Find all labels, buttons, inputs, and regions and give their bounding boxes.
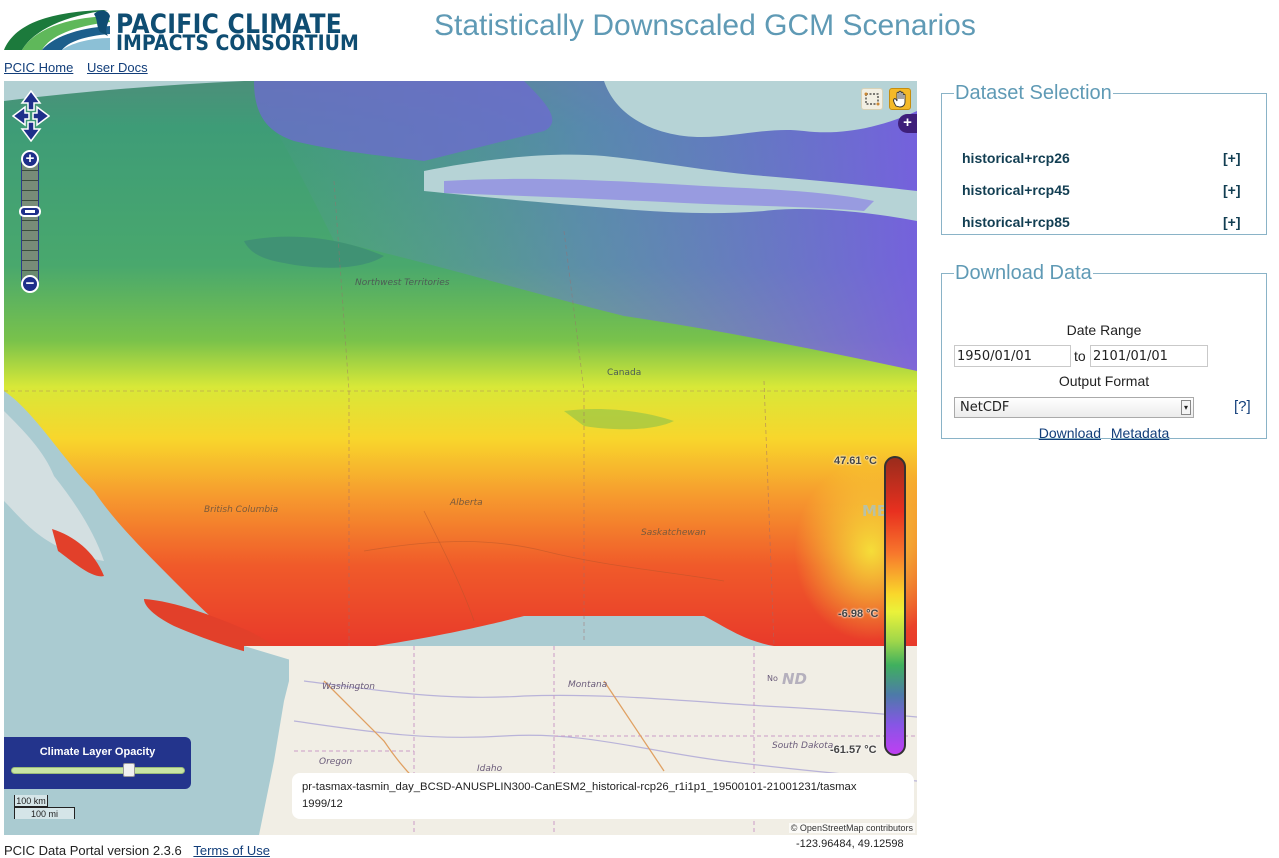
map-canvas: Northwest Territories Canada British Col… bbox=[4, 81, 917, 835]
mouse-coordinates: -123.96484, 49.12598 bbox=[796, 838, 904, 850]
dropdown-arrow-icon: ▾ bbox=[1181, 400, 1191, 415]
dataset-selection-title: Dataset Selection bbox=[955, 82, 1112, 104]
layer-switcher-button[interactable]: + bbox=[898, 114, 917, 133]
pan-tool-button[interactable] bbox=[889, 88, 911, 110]
user-docs-link[interactable]: User Docs bbox=[87, 60, 148, 75]
pcic-logo[interactable]: PACIFIC CLIMATE IMPACTS CONSORTIUM bbox=[4, 6, 359, 55]
dataset-item-rcp26[interactable]: historical+rcp26 bbox=[962, 150, 1070, 166]
zoom-track[interactable] bbox=[21, 160, 39, 282]
output-format-value: NetCDF bbox=[960, 400, 1010, 415]
dataset-selection-panel: Dataset Selection historical+rcp26 [+] h… bbox=[941, 82, 1267, 235]
legend-max-label: 47.61 °C bbox=[834, 455, 877, 467]
label-washington: Washington bbox=[322, 682, 375, 692]
zoom-out-button[interactable]: − bbox=[21, 275, 39, 293]
dataset-item-rcp45[interactable]: historical+rcp45 bbox=[962, 182, 1070, 198]
version-text: PCIC Data Portal version 2.3.6 bbox=[4, 843, 182, 858]
metadata-link[interactable]: Metadata bbox=[1111, 425, 1169, 441]
output-format-label: Output Format bbox=[1058, 373, 1150, 389]
label-oregon: Oregon bbox=[319, 757, 353, 767]
pcic-logo-icon bbox=[4, 10, 110, 50]
layer-name: pr-tasmax-tasmin_day_BCSD-ANUSPLIN300-Ca… bbox=[302, 781, 857, 793]
label-nd: ND bbox=[782, 670, 807, 688]
dataset-item-rcp85[interactable]: historical+rcp85 bbox=[962, 214, 1070, 230]
end-date-input[interactable] bbox=[1090, 345, 1208, 367]
layer-time: 1999/12 bbox=[302, 798, 343, 810]
zoom-in-button[interactable]: + bbox=[21, 150, 39, 168]
page-title: Statistically Downscaled GCM Scenarios bbox=[434, 9, 976, 42]
zoom-slider-handle[interactable] bbox=[19, 206, 41, 217]
label-saskatchewan: Saskatchewan bbox=[641, 528, 706, 538]
date-range-label: Date Range bbox=[1066, 322, 1142, 338]
label-canada: Canada bbox=[607, 368, 641, 378]
color-legend-bar bbox=[884, 456, 906, 756]
layer-info-box: pr-tasmax-tasmin_day_BCSD-ANUSPLIN300-Ca… bbox=[292, 773, 914, 819]
pan-right-icon[interactable] bbox=[32, 105, 50, 127]
label-montana: Montana bbox=[568, 680, 607, 690]
legend-min-label: -61.57 °C bbox=[830, 744, 877, 756]
legend-mid-label: -6.98 °C bbox=[838, 608, 879, 620]
box-select-button[interactable] bbox=[861, 88, 883, 110]
zoom-bar: + − bbox=[19, 150, 41, 293]
format-help-link[interactable]: [?] bbox=[1234, 398, 1251, 415]
pan-left-icon[interactable] bbox=[12, 105, 30, 127]
start-date-input[interactable] bbox=[954, 345, 1071, 367]
opacity-control: Climate Layer Opacity bbox=[4, 737, 191, 789]
label-nd-prefix: No bbox=[767, 674, 778, 683]
dataset-expand-rcp85[interactable]: [+] bbox=[1223, 214, 1241, 230]
map-viewport[interactable]: Northwest Territories Canada British Col… bbox=[4, 81, 917, 835]
label-northwest-territories: Northwest Territories bbox=[355, 278, 450, 288]
header: PACIFIC CLIMATE IMPACTS CONSORTIUM Stati… bbox=[0, 0, 1279, 58]
logo-line2: IMPACTS CONSORTIUM bbox=[116, 31, 359, 55]
scale-km: 100 km bbox=[14, 795, 48, 807]
pan-control[interactable] bbox=[12, 90, 50, 142]
opacity-slider-handle[interactable] bbox=[123, 763, 136, 777]
label-south-dakota: South Dakota bbox=[772, 741, 833, 751]
top-nav: PCIC Home User Docs bbox=[4, 60, 158, 75]
download-links: Download Metadata bbox=[942, 425, 1266, 441]
scale-mi: 100 mi bbox=[14, 807, 75, 819]
hand-icon bbox=[893, 90, 906, 108]
output-format-select[interactable]: NetCDF ▾ bbox=[954, 397, 1194, 418]
dataset-expand-rcp26[interactable]: [+] bbox=[1223, 150, 1241, 166]
label-alberta: Alberta bbox=[449, 498, 483, 508]
opacity-slider-track[interactable] bbox=[11, 767, 185, 774]
download-title: Download Data bbox=[955, 262, 1092, 284]
box-select-icon bbox=[864, 92, 880, 106]
dataset-expand-rcp45[interactable]: [+] bbox=[1223, 182, 1241, 198]
map-attribution[interactable]: © OpenStreetMap contributors bbox=[788, 823, 915, 833]
pcic-home-link[interactable]: PCIC Home bbox=[4, 60, 73, 75]
download-link[interactable]: Download bbox=[1039, 425, 1101, 441]
footer: PCIC Data Portal version 2.3.6 Terms of … bbox=[4, 843, 270, 858]
to-label: to bbox=[1074, 348, 1086, 364]
label-british-columbia: British Columbia bbox=[204, 505, 278, 515]
download-panel: Download Data Date Range to Output Forma… bbox=[941, 262, 1267, 441]
opacity-title: Climate Layer Opacity bbox=[39, 746, 156, 758]
terms-link[interactable]: Terms of Use bbox=[193, 843, 270, 858]
